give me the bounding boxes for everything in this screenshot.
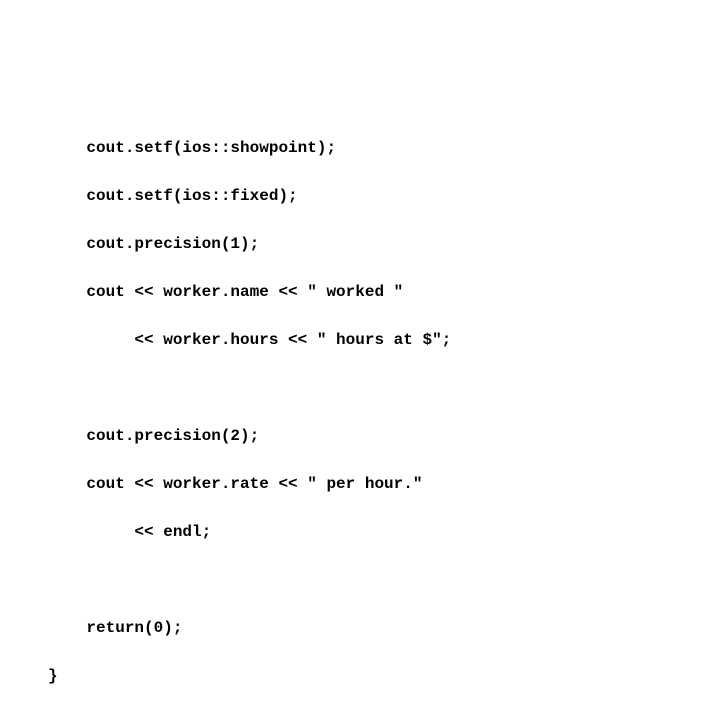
- code-snippet: cout.setf(ios::showpoint); cout.setf(ios…: [0, 0, 720, 712]
- code-line: cout << worker.name << " worked ": [48, 280, 720, 304]
- code-line: cout.setf(ios::fixed);: [48, 184, 720, 208]
- code-line: }: [48, 664, 720, 688]
- blank-line: [48, 376, 720, 400]
- code-line: cout.precision(2);: [48, 424, 720, 448]
- blank-line: [48, 568, 720, 592]
- code-line: cout.setf(ios::showpoint);: [48, 136, 720, 160]
- code-line: << worker.hours << " hours at $";: [48, 328, 720, 352]
- code-line: return(0);: [48, 616, 720, 640]
- code-line: cout.precision(1);: [48, 232, 720, 256]
- code-line: << endl;: [48, 520, 720, 544]
- code-line: cout << worker.rate << " per hour.": [48, 472, 720, 496]
